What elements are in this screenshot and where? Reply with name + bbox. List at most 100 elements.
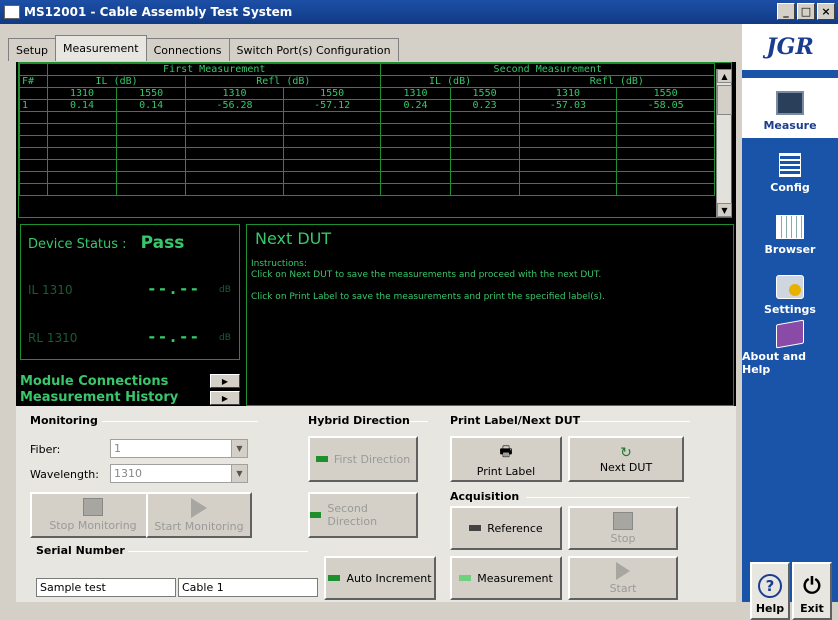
table-cell	[185, 183, 284, 196]
table-cell	[616, 159, 715, 172]
print-label-text: Print Label	[476, 464, 536, 478]
il-unit: dB	[219, 285, 231, 295]
device-status-value: Pass	[140, 233, 185, 253]
tab-measurement[interactable]: Measurement	[55, 35, 147, 61]
wl-header: 1310	[185, 87, 284, 100]
help-button[interactable]: ? Help	[750, 562, 790, 620]
table-cell	[380, 171, 451, 184]
second-direction-button[interactable]: Second Direction	[308, 492, 418, 538]
fiber-select[interactable]: 1 ▼	[110, 439, 248, 458]
refresh-arrow-icon: ↻	[620, 444, 632, 461]
tab-bar: Setup Measurement Connections Switch Por…	[8, 35, 399, 61]
minimize-button[interactable]: _	[777, 3, 795, 20]
table-cell: 1	[19, 99, 48, 112]
serial-prefix-input[interactable]: Sample test	[36, 578, 176, 597]
scroll-down-icon[interactable]: ▼	[717, 203, 732, 217]
sidebar-item-label: Browser	[764, 243, 816, 256]
maximize-button[interactable]: □	[797, 3, 815, 20]
il-header-2: IL (dB)	[380, 75, 520, 88]
table-cell: -57.03	[518, 99, 618, 112]
tab-setup[interactable]: Setup	[8, 38, 57, 61]
table-cell	[116, 183, 187, 196]
table-cell: -56.28	[185, 99, 284, 112]
table-cell	[185, 147, 284, 160]
rl-unit: dB	[219, 333, 231, 343]
table-row[interactable]	[19, 159, 715, 172]
measurement-history-button[interactable]: ▶	[210, 391, 240, 405]
table-row[interactable]	[19, 111, 715, 124]
stop-monitoring-button[interactable]: Stop Monitoring	[30, 492, 156, 538]
start-button[interactable]: Start	[568, 556, 678, 600]
scroll-thumb[interactable]	[717, 85, 732, 115]
device-status-panel: Device Status : Pass IL 1310 --.-- dB RL…	[20, 224, 240, 360]
table-row[interactable]	[19, 147, 715, 160]
config-icon	[779, 153, 801, 177]
acquisition-title: Acquisition	[450, 490, 520, 503]
chevron-down-icon[interactable]: ▼	[231, 440, 247, 457]
table-row[interactable]	[19, 183, 715, 196]
rl-value: --.--	[147, 327, 201, 346]
hybrid-direction-title: Hybrid Direction	[308, 414, 410, 427]
table-row[interactable]	[19, 123, 715, 136]
table-cell	[46, 135, 118, 148]
table-cell	[518, 147, 618, 160]
first-direction-button[interactable]: First Direction	[308, 436, 418, 482]
play-icon	[191, 497, 207, 518]
table-cell: -57.12	[282, 99, 382, 112]
module-connections-label: Module Connections	[20, 374, 169, 389]
results-grid: First Measurement Second Measurement F# …	[18, 62, 732, 218]
table-row[interactable]	[19, 135, 715, 148]
sidebar-item-browser[interactable]: Browser	[742, 202, 838, 262]
table-cell	[282, 147, 382, 160]
chevron-down-icon[interactable]: ▼	[231, 465, 247, 482]
table-cell	[518, 111, 618, 124]
table-cell	[380, 135, 451, 148]
sidebar-item-about-help[interactable]: About and Help	[742, 319, 838, 382]
table-row[interactable]	[19, 171, 715, 184]
tab-switch-ports[interactable]: Switch Port(s) Configuration	[228, 38, 399, 61]
next-dut-button[interactable]: ↻ Next DUT	[568, 436, 684, 482]
control-panel: Monitoring Fiber: 1 ▼ Wavelength: 1310 ▼…	[16, 406, 736, 602]
tab-connections[interactable]: Connections	[145, 38, 230, 61]
serial-divider	[128, 551, 308, 552]
table-cell	[449, 183, 520, 196]
table-cell	[449, 147, 520, 160]
measurement-button[interactable]: Measurement	[450, 556, 562, 600]
table-cell	[380, 111, 451, 124]
table-cell: 0.24	[380, 99, 451, 112]
group-header-first: First Measurement	[46, 63, 382, 76]
sidebar-item-label: About and Help	[742, 350, 806, 376]
settings-icon	[776, 275, 804, 299]
second-direction-label: Second Direction	[327, 502, 378, 528]
help-label: Help	[755, 602, 785, 615]
table-cell	[185, 111, 284, 124]
table-cell	[616, 135, 715, 148]
module-connections-button[interactable]: ▶	[210, 374, 240, 388]
exit-button[interactable]: ⏻ Exit	[792, 562, 832, 620]
wl-header: 1550	[616, 87, 715, 100]
table-cell	[616, 147, 715, 160]
sidebar-item-settings[interactable]: Settings	[742, 262, 838, 322]
grid-corner	[19, 63, 48, 76]
browser-icon	[776, 215, 804, 239]
wl-header: 1310	[518, 87, 618, 100]
grid-scrollbar[interactable]: ▲ ▼	[716, 69, 732, 217]
start-monitoring-button[interactable]: Start Monitoring	[146, 492, 252, 538]
auto-increment-button[interactable]: Auto Increment	[324, 556, 436, 600]
sidebar-item-config[interactable]: Config	[742, 140, 838, 200]
wavelength-select[interactable]: 1310 ▼	[110, 464, 248, 483]
reference-button[interactable]: Reference	[450, 506, 562, 550]
table-row[interactable]: 1 0.14 0.14 -56.28 -57.12 0.24 0.23 -57.03 -58.0…	[19, 99, 715, 112]
print-label-button[interactable]: 🖶 Print Label	[450, 436, 562, 482]
stop-button[interactable]: Stop	[568, 506, 678, 550]
serial-suffix-input[interactable]: Cable 1	[178, 578, 318, 597]
scroll-up-icon[interactable]: ▲	[717, 69, 732, 83]
sidebar-item-measure[interactable]: Measure	[742, 78, 838, 138]
table-cell	[46, 159, 118, 172]
print-divider	[578, 421, 690, 422]
refl-header-1: Refl (dB)	[185, 75, 382, 88]
close-button[interactable]: ×	[817, 3, 835, 20]
table-cell	[19, 147, 48, 160]
table-cell	[185, 123, 284, 136]
monitoring-divider	[102, 421, 258, 422]
